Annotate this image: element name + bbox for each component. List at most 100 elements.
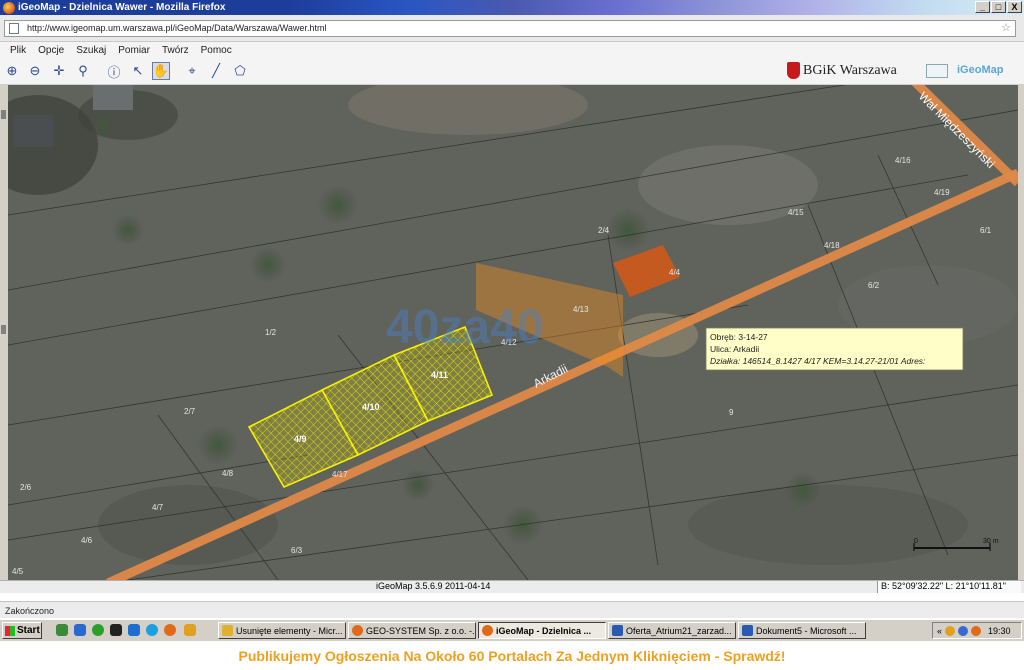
app-menu-bar: Plik Opcje Szukaj Pomiar Twórz Pomoc <box>0 42 1024 58</box>
map-label: 4/13 <box>573 305 589 314</box>
folder-icon[interactable] <box>184 624 196 636</box>
start-label: Start <box>17 625 40 636</box>
info-popup[interactable]: Obręb: 3-14-27 Ulica: Arkadii Działka: 1… <box>705 327 964 371</box>
clock: 19:30 <box>988 625 1011 636</box>
browser-status-bar: Zakończono <box>0 601 1024 618</box>
maximize-button[interactable]: □ <box>991 1 1006 13</box>
map-label: 6/3 <box>291 546 303 555</box>
aerial-map[interactable]: 4/9 4/10 4/11 4/16 4/19 4/15 6/1 4/18 6/… <box>8 85 1018 580</box>
page-state-text: Zakończono <box>5 606 55 616</box>
map-label: 6/1 <box>980 226 992 235</box>
bgik-brand-text: BGiK Warszawa <box>803 62 897 78</box>
popup-line-obreb: Obręb: 3-14-27 <box>710 332 768 342</box>
map-label: 9 <box>729 408 734 417</box>
map-label: 6/2 <box>868 281 880 290</box>
firefox-icon <box>482 625 493 636</box>
ie-icon[interactable] <box>74 624 86 636</box>
network-icon[interactable] <box>958 625 969 636</box>
menu-tworz[interactable]: Twórz <box>162 45 189 56</box>
task-geosystem[interactable]: GEO-SYSTEM Sp. z o.o. -... <box>348 622 476 639</box>
window-title: iGeoMap - Dzielnica Wawer - Mozilla Fire… <box>18 2 226 13</box>
map-label: 2/4 <box>598 226 610 235</box>
map-label: 2/6 <box>20 483 32 492</box>
word-icon <box>612 625 623 636</box>
desktop-icon[interactable] <box>110 624 122 636</box>
firefox-quick-icon[interactable] <box>164 624 176 636</box>
app-icon[interactable] <box>128 624 140 636</box>
url-text: http://www.igeomap.um.warszawa.pl/iGeoMa… <box>27 23 327 33</box>
version-label: iGeoMap 3.5.6.9 2011-04-14 <box>376 581 491 591</box>
scale-label-right: 30 m <box>983 538 999 545</box>
address-toolbar: http://www.igeomap.um.warszawa.pl/iGeoMa… <box>0 15 1024 42</box>
info-icon[interactable]: ⓘ <box>105 62 123 80</box>
map-label: 1/2 <box>265 328 277 337</box>
pan-icon[interactable]: ✛ <box>50 62 68 80</box>
menu-plik[interactable]: Plik <box>10 45 26 56</box>
warsaw-crest-icon <box>787 62 800 79</box>
menu-szukaj[interactable]: Szukaj <box>76 45 106 56</box>
tray-expand-arrow[interactable]: « <box>937 626 942 636</box>
media-icon[interactable] <box>92 624 104 636</box>
igeomap-brand[interactable]: iGeoMap <box>957 64 1003 76</box>
tray-icon[interactable] <box>945 625 956 636</box>
start-button[interactable]: Start <box>2 622 42 639</box>
hand-icon[interactable]: ✋ <box>152 62 170 80</box>
task-outlook[interactable]: Usunięte elementy - Micr... <box>218 622 346 639</box>
label-parcel-4-10: 4/10 <box>362 402 380 412</box>
popup-line-dzialka: Działka: 146514_8.1427 4/17 KEM=3.14.27-… <box>710 356 926 366</box>
map-label: 2/7 <box>184 407 196 416</box>
close-button[interactable]: X <box>1007 1 1022 13</box>
zoom-search-icon[interactable]: ⚲ <box>74 62 92 80</box>
map-label: 4/4 <box>669 268 681 277</box>
map-label: 4/5 <box>12 567 24 576</box>
windows-taskbar: Start Usunięte elementy - Micr... GEO-SY… <box>0 619 1024 641</box>
task-igeomap[interactable]: iGeoMap - Dzielnica ... <box>478 622 606 639</box>
label-parcel-4-11: 4/11 <box>431 370 448 380</box>
map-label: 4/18 <box>824 241 840 250</box>
skype-icon[interactable] <box>146 624 158 636</box>
window-title-bar[interactable]: iGeoMap - Dzielnica Wawer - Mozilla Fire… <box>0 0 1024 15</box>
map-label: 4/8 <box>222 469 234 478</box>
menu-pomoc[interactable]: Pomoc <box>201 45 232 56</box>
url-input[interactable]: http://www.igeomap.um.warszawa.pl/iGeoMa… <box>4 20 1016 37</box>
ad-banner-text: Publikujemy Ogłoszenia Na Około 60 Porta… <box>238 647 786 664</box>
panel-collapse-handle[interactable] <box>1 110 6 119</box>
target-icon[interactable]: ⌖ <box>183 62 201 80</box>
label-parcel-4-9: 4/9 <box>294 434 307 444</box>
page-icon <box>9 23 19 34</box>
firefox-icon <box>352 625 363 636</box>
map-label: 4/7 <box>152 503 164 512</box>
measure-area-icon[interactable]: ⬠ <box>231 62 249 80</box>
bgik-logo[interactable]: BGiK Warszawa <box>787 62 897 79</box>
map-label: 4/17 <box>332 470 348 479</box>
map-label: 4/6 <box>81 536 93 545</box>
panel-resize-handle[interactable] <box>1 325 6 334</box>
map-status-bar: iGeoMap 3.5.6.9 2011-04-14 B: 52°09'32.2… <box>0 580 1024 593</box>
select-arrow-icon[interactable]: ↖ <box>129 62 147 80</box>
window-controls: _ □ X <box>975 1 1022 13</box>
ad-banner[interactable]: Publikujemy Ogłoszenia Na Około 60 Porta… <box>0 641 1024 670</box>
menu-pomiar[interactable]: Pomiar <box>118 45 150 56</box>
menu-opcje[interactable]: Opcje <box>38 45 64 56</box>
mail-icon[interactable] <box>926 64 948 78</box>
task-dokument5[interactable]: Dokument5 - Microsoft ... <box>738 622 866 639</box>
map-label: 4/19 <box>934 188 950 197</box>
map-panel: 4/9 4/10 4/11 4/16 4/19 4/15 6/1 4/18 6/… <box>0 85 1024 580</box>
quicklaunch-icon[interactable] <box>56 624 68 636</box>
map-label: 4/15 <box>788 208 804 217</box>
firefox-icon <box>3 1 15 14</box>
popup-line-ulica: Ulica: Arkadii <box>710 344 759 354</box>
bookmark-star-icon[interactable]: ☆ <box>1001 21 1011 36</box>
system-tray: « 19:30 <box>932 622 1022 639</box>
minimize-button[interactable]: _ <box>975 1 990 13</box>
zoom-in-icon[interactable]: ⊕ <box>3 62 21 80</box>
firefox-tray-icon[interactable] <box>971 625 982 636</box>
word-icon <box>742 625 753 636</box>
task-oferta[interactable]: Oferta_Atrium21_zarzad... <box>608 622 736 639</box>
outlook-icon <box>222 625 233 636</box>
watermark-text: 40za40 <box>386 301 543 354</box>
coordinates-readout: B: 52°09'32.22" L: 21°10'11.81" <box>877 581 1021 593</box>
map-label: 4/16 <box>895 156 911 165</box>
measure-line-icon[interactable]: ╱ <box>207 62 225 80</box>
zoom-out-icon[interactable]: ⊖ <box>26 62 44 80</box>
